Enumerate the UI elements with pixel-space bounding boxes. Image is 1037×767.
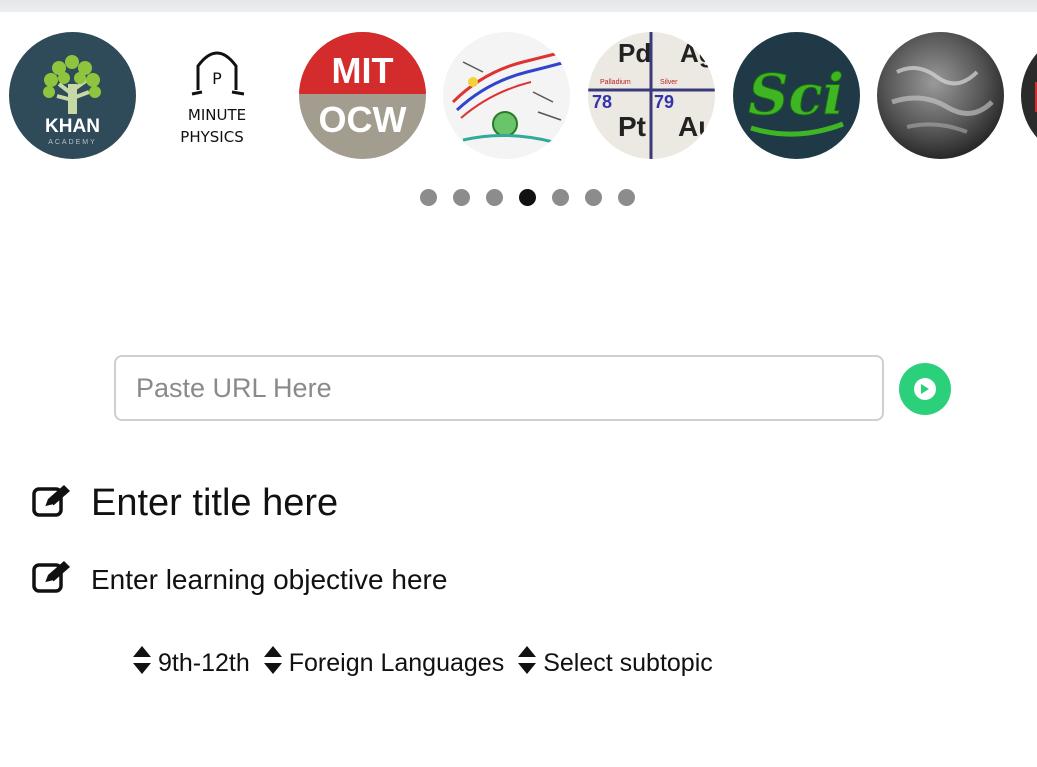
svg-text:MINUTE: MINUTE: [188, 106, 246, 124]
subtopic-select[interactable]: Select subtopic: [517, 645, 713, 682]
svg-text:PHYSICS: PHYSICS: [180, 128, 243, 146]
grade-select-value: 9th-12th: [158, 649, 250, 677]
carousel-dot[interactable]: [585, 188, 602, 206]
carousel-dot[interactable]: [552, 188, 569, 206]
channel-partial[interactable]: [1021, 32, 1037, 159]
channel-minutephysics[interactable]: P MINUTE PHYSICS: [154, 32, 281, 159]
submit-url-button[interactable]: [899, 363, 951, 415]
sort-arrows-icon: [132, 645, 152, 682]
carousel-dot[interactable]: [618, 188, 635, 206]
svg-text:MIT: MIT: [332, 50, 394, 91]
svg-text:OCW: OCW: [319, 99, 407, 140]
sort-arrows-icon: [263, 645, 283, 682]
subtopic-select-value: Select subtopic: [543, 649, 713, 677]
carousel-dot[interactable]: [420, 188, 437, 206]
earth-icon: [877, 32, 1004, 159]
mit-ocw-icon: MIT OCW: [299, 32, 426, 159]
channel-periodic-table[interactable]: Pd Palladium Ag Silver 78 Pt 79 Au: [588, 32, 715, 159]
channel-cell-diagram[interactable]: [443, 32, 570, 159]
edit-title-icon[interactable]: [31, 483, 73, 524]
subject-select[interactable]: Foreign Languages: [263, 645, 504, 682]
channel-mit-ocw[interactable]: MIT OCW: [299, 32, 426, 159]
carousel-dot[interactable]: [453, 188, 470, 206]
carousel-dot[interactable]: [519, 188, 536, 206]
objective-row: Enter learning objective here: [31, 559, 447, 600]
svg-text:79: 79: [654, 92, 674, 112]
sort-arrows-icon: [517, 645, 537, 682]
svg-text:KHAN: KHAN: [45, 116, 100, 137]
periodic-table-icon: Pd Palladium Ag Silver 78 Pt 79 Au: [588, 32, 715, 159]
category-selects: 9th-12th Foreign Languages Select subtop…: [132, 645, 726, 682]
channel-carousel: KHAN ACADEMY P MINUTE PHYSICS MIT OCW Pd…: [0, 32, 1037, 162]
objective-field[interactable]: Enter learning objective here: [91, 564, 447, 596]
svg-text:Palladium: Palladium: [600, 79, 631, 86]
partial-channel-icon: [1021, 32, 1037, 159]
svg-text:Au: Au: [678, 111, 715, 142]
svg-text:Pd: Pd: [618, 38, 651, 68]
svg-text:78: 78: [592, 92, 612, 112]
channel-earth-view[interactable]: [877, 32, 1004, 159]
url-input[interactable]: [114, 355, 884, 421]
edit-objective-icon[interactable]: [31, 559, 73, 600]
svg-text:P: P: [212, 69, 222, 88]
play-circle-icon: [914, 378, 936, 400]
carousel-dot[interactable]: [486, 188, 503, 206]
svg-text:Ag: Ag: [680, 38, 715, 68]
cell-diagram-icon: [443, 32, 570, 159]
channel-scishow[interactable]: Sci: [733, 32, 860, 159]
khan-tree-icon: KHAN ACADEMY: [9, 32, 136, 159]
svg-text:Sci: Sci: [748, 62, 844, 128]
svg-text:Silver: Silver: [660, 79, 678, 86]
channel-khan-academy[interactable]: KHAN ACADEMY: [9, 32, 136, 159]
scishow-icon: Sci: [733, 32, 860, 159]
title-field[interactable]: Enter title here: [91, 482, 338, 525]
svg-text:Pt: Pt: [618, 111, 646, 142]
grade-select[interactable]: 9th-12th: [132, 645, 250, 682]
minutephysics-icon: P MINUTE PHYSICS: [154, 32, 281, 159]
subject-select-value: Foreign Languages: [288, 649, 505, 677]
top-toolbar-strip: [0, 0, 1037, 12]
carousel-pagination: [420, 188, 635, 206]
page: KHAN ACADEMY P MINUTE PHYSICS MIT OCW Pd…: [0, 0, 1037, 767]
svg-text:ACADEMY: ACADEMY: [48, 139, 97, 146]
title-row: Enter title here: [31, 482, 338, 525]
